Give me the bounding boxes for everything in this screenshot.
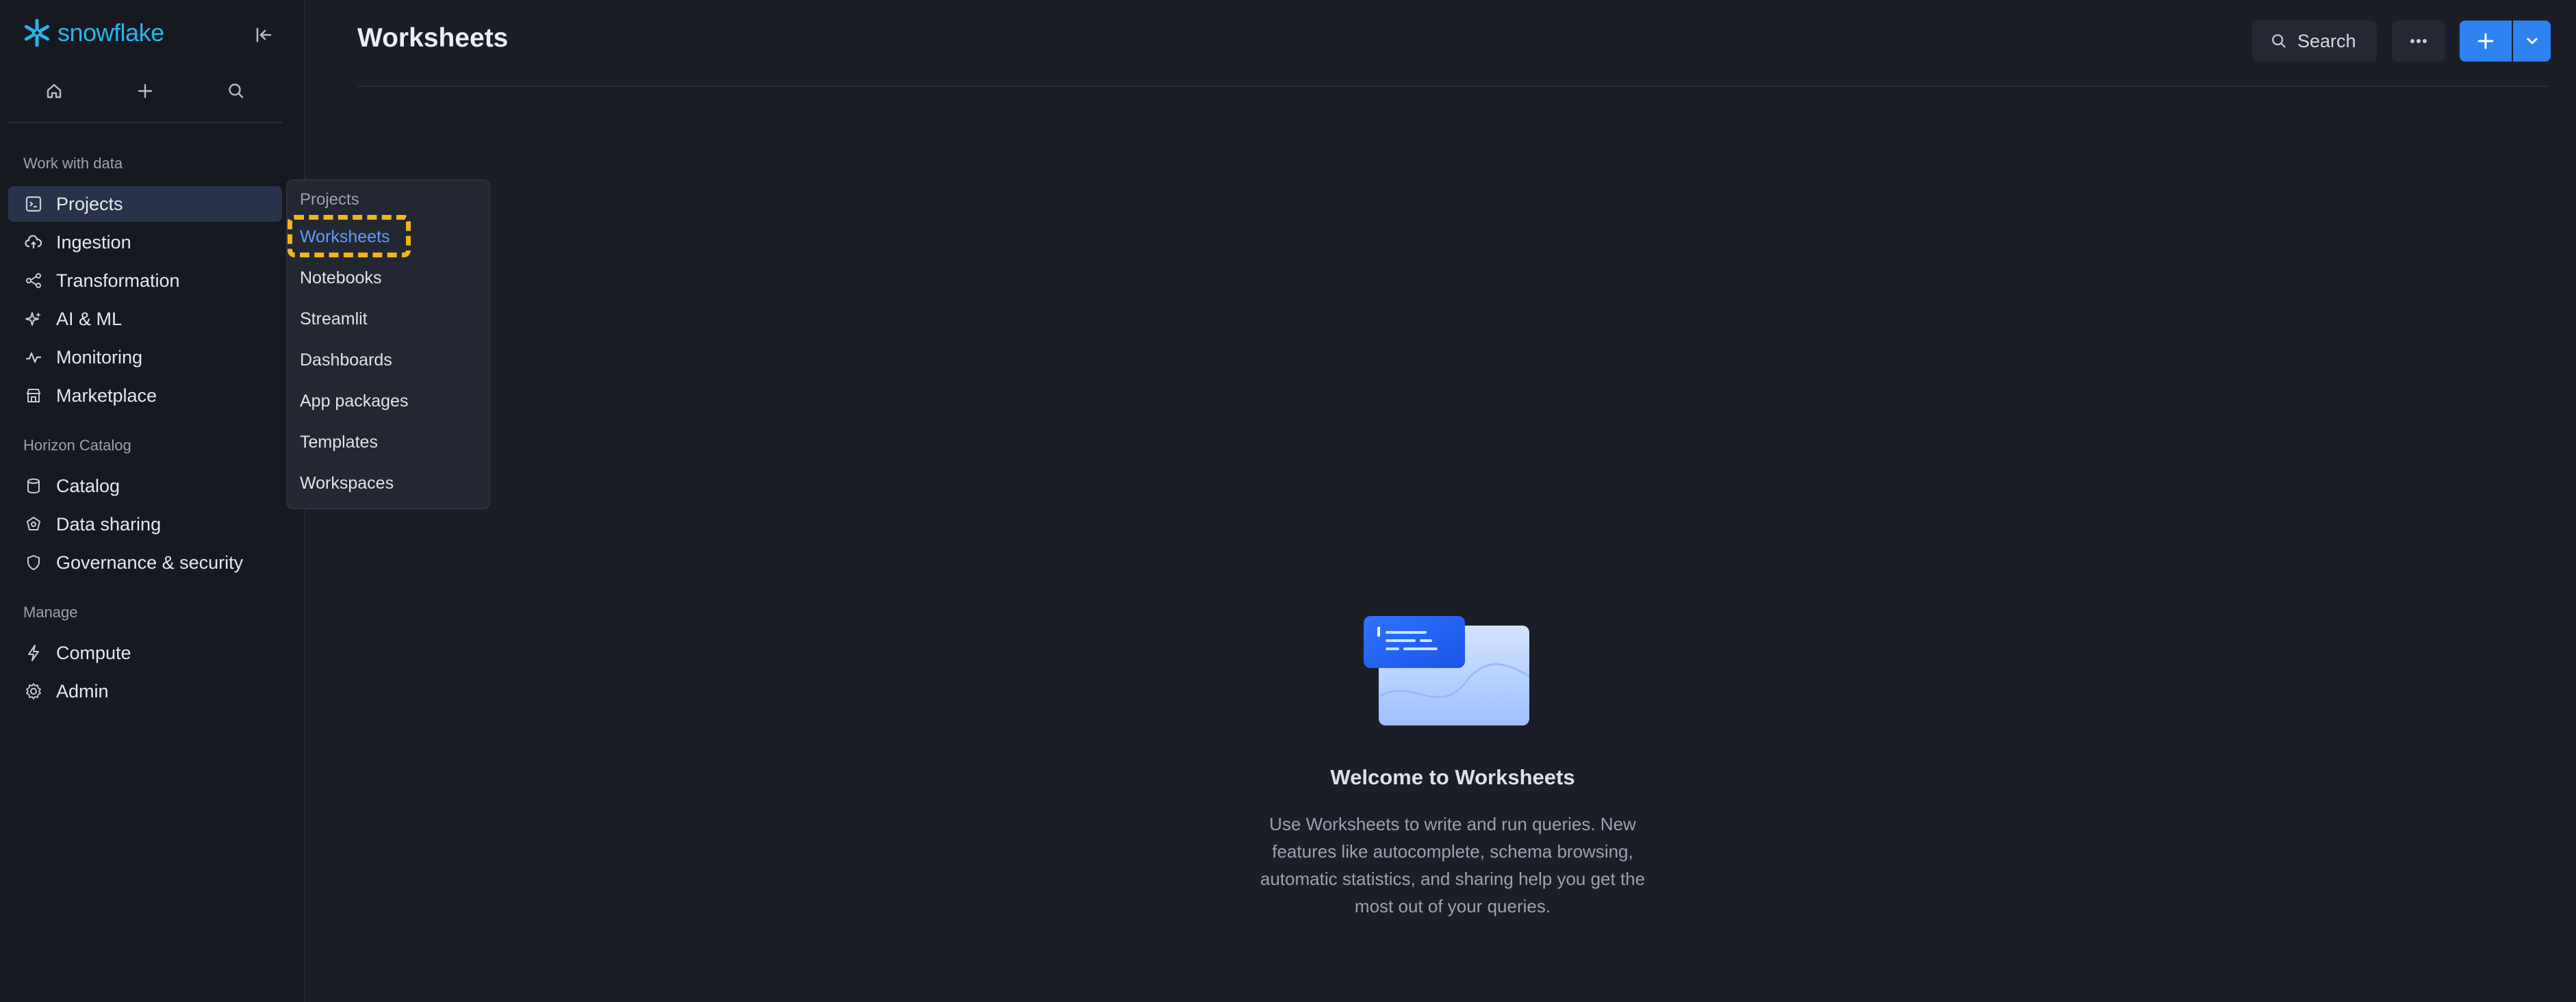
- sidebar-item-admin[interactable]: Admin: [8, 673, 282, 709]
- sidebar-item-label: Compute: [56, 642, 131, 663]
- chevron-down-icon: [2527, 38, 2537, 44]
- sidebar-divider: [8, 122, 282, 123]
- sidebar-item-projects[interactable]: Projects: [8, 186, 282, 222]
- projects-flyout-menu: Projects Worksheets Notebooks Streamlit …: [286, 179, 490, 509]
- collapse-sidebar-button[interactable]: [251, 22, 277, 48]
- plus-icon: [2477, 33, 2494, 49]
- flyout-item-streamlit[interactable]: Streamlit: [300, 309, 368, 329]
- bolt-icon: [28, 645, 39, 661]
- home-icon: [47, 84, 61, 99]
- section-horizon-catalog: Horizon Catalog: [23, 437, 131, 454]
- share-icon: [27, 517, 40, 530]
- sidebar-item-ai-ml[interactable]: AI & ML: [8, 301, 282, 337]
- plus-icon: [138, 84, 153, 99]
- more-options-button[interactable]: [2392, 21, 2445, 62]
- activity-icon: [26, 352, 41, 363]
- empty-state-title: Welcome to Worksheets: [1330, 765, 1575, 789]
- sidebar-item-ingestion[interactable]: Ingestion: [8, 224, 282, 260]
- snowflake-logo[interactable]: snowflake: [22, 18, 164, 48]
- sidebar-item-compute[interactable]: Compute: [8, 635, 282, 671]
- section-manage: Manage: [23, 604, 78, 621]
- quick-actions: [8, 74, 282, 108]
- search-button[interactable]: [216, 74, 257, 108]
- sidebar-item-label: Admin: [56, 680, 109, 702]
- sidebar-item-label: Monitoring: [56, 346, 143, 368]
- empty-state-description: Use Worksheets to write and run queries.…: [1260, 814, 1646, 916]
- sidebar-item-data-sharing[interactable]: Data sharing: [8, 506, 282, 542]
- add-worksheet-button[interactable]: [2460, 21, 2512, 62]
- create-button[interactable]: [125, 74, 166, 108]
- collapse-left-icon: [256, 27, 272, 42]
- flyout-title: Projects: [300, 190, 359, 209]
- flyout-item-templates[interactable]: Templates: [300, 433, 378, 452]
- sidebar-item-label: Governance & security: [56, 552, 244, 573]
- search-icon: [2272, 34, 2286, 48]
- sidebar-item-label: Data sharing: [56, 513, 162, 535]
- sidebar-item-label: Catalog: [56, 475, 120, 496]
- sidebar-item-label: Projects: [56, 193, 123, 214]
- search-button[interactable]: Search: [2252, 21, 2377, 62]
- section-work-with-data: Work with data: [23, 155, 123, 172]
- sidebar-item-label: Ingestion: [56, 231, 131, 253]
- flyout-item-worksheets[interactable]: Worksheets: [300, 227, 390, 247]
- more-horizontal-icon: [2410, 39, 2427, 43]
- sidebar-item-label: Marketplace: [56, 385, 157, 406]
- flyout-item-dashboards[interactable]: Dashboards: [300, 350, 392, 370]
- sidebar-item-catalog[interactable]: Catalog: [8, 468, 282, 504]
- shield-icon: [27, 555, 40, 570]
- flyout-item-workspaces[interactable]: Workspaces: [300, 474, 394, 493]
- cloud-upload-icon: [25, 235, 42, 248]
- sidebar-item-monitoring[interactable]: Monitoring: [8, 339, 282, 375]
- sidebar: snowflake Work with data Projects Ingest…: [0, 0, 305, 1002]
- snowflake-icon: [24, 18, 50, 47]
- brand-name: snowflake: [58, 18, 164, 47]
- sidebar-item-label: Transformation: [56, 270, 180, 291]
- gear-icon: [26, 683, 41, 699]
- sparkle-icon: [25, 312, 41, 326]
- search-label: Search: [2297, 30, 2356, 51]
- flyout-item-notebooks[interactable]: Notebooks: [300, 268, 382, 288]
- header-divider: [357, 86, 2549, 87]
- sidebar-item-marketplace[interactable]: Marketplace: [8, 378, 282, 413]
- search-icon: [229, 84, 244, 99]
- worksheet-illustration: [1364, 616, 1529, 725]
- projects-icon: [25, 196, 42, 212]
- home-button[interactable]: [34, 74, 75, 108]
- page-title: Worksheets: [357, 23, 509, 53]
- store-icon: [26, 389, 41, 402]
- sidebar-item-label: AI & ML: [56, 308, 123, 329]
- database-icon: [27, 478, 40, 493]
- sidebar-item-transformation[interactable]: Transformation: [8, 263, 282, 298]
- flyout-item-app-packages[interactable]: App packages: [300, 391, 408, 411]
- transformation-icon: [26, 273, 41, 288]
- add-options-dropdown[interactable]: [2513, 21, 2551, 62]
- sidebar-item-governance[interactable]: Governance & security: [8, 545, 282, 580]
